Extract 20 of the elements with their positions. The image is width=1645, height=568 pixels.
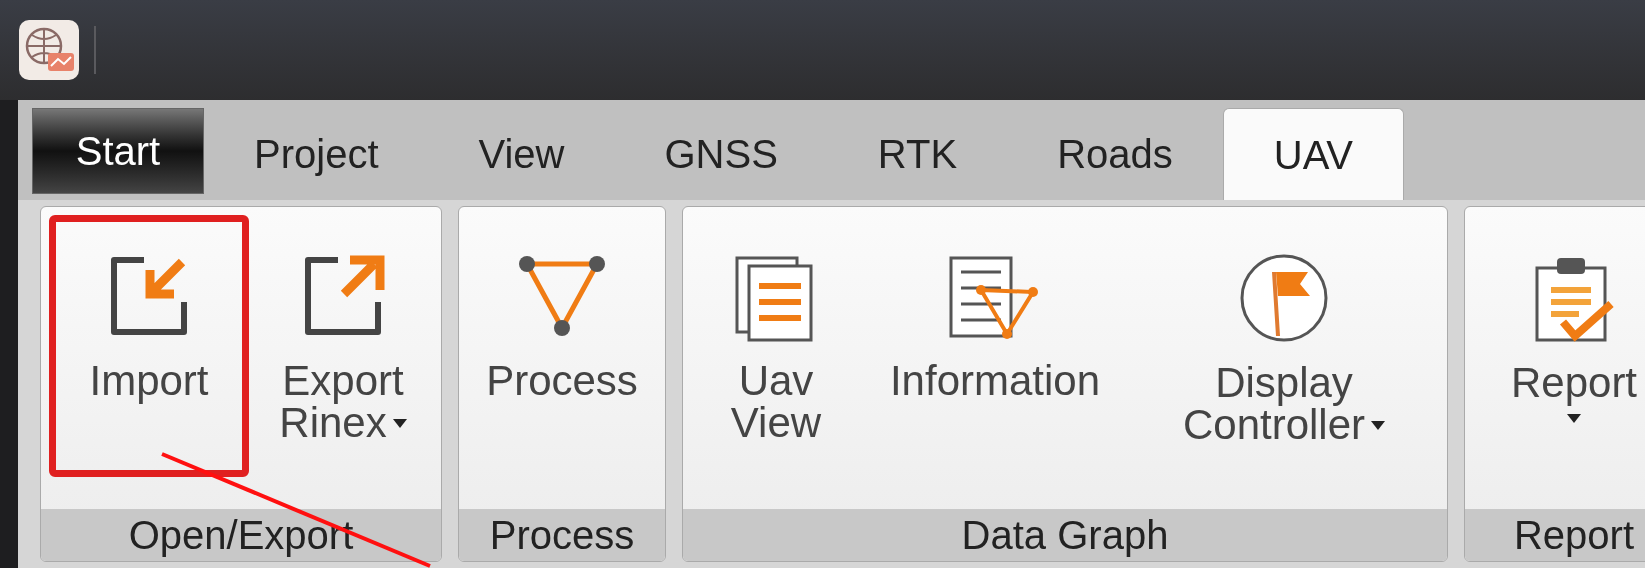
ribbon-button[interactable]: Process bbox=[467, 215, 657, 477]
ribbon-button[interactable]: Uav View bbox=[696, 215, 856, 477]
ribbon-button[interactable]: Export Rinex bbox=[253, 215, 433, 477]
group-label: Open/Export bbox=[41, 509, 441, 561]
ribbon-tab[interactable]: View bbox=[428, 108, 615, 200]
flag-circle-icon bbox=[1238, 252, 1330, 344]
ribbon-button[interactable]: Display Controller bbox=[1134, 215, 1434, 477]
ribbon-button[interactable]: Import bbox=[49, 215, 249, 477]
group-label: Process bbox=[459, 509, 665, 561]
ribbon-tab[interactable]: UAV bbox=[1222, 108, 1405, 200]
ribbon-tab[interactable]: RTK bbox=[827, 108, 1008, 200]
ribbon-button[interactable]: Information bbox=[860, 215, 1130, 477]
globe-app-icon[interactable] bbox=[18, 19, 80, 81]
ribbon-tab[interactable]: Project bbox=[204, 108, 429, 200]
ribbon-tab[interactable]: GNSS bbox=[614, 108, 828, 200]
ribbon-tab[interactable]: Roads bbox=[1007, 108, 1223, 200]
ribbon-button[interactable]: Report bbox=[1479, 215, 1645, 477]
start-menu-button[interactable]: Start bbox=[32, 108, 204, 194]
group-label: Data Graph bbox=[683, 509, 1447, 561]
group-label: Report bbox=[1465, 509, 1645, 561]
